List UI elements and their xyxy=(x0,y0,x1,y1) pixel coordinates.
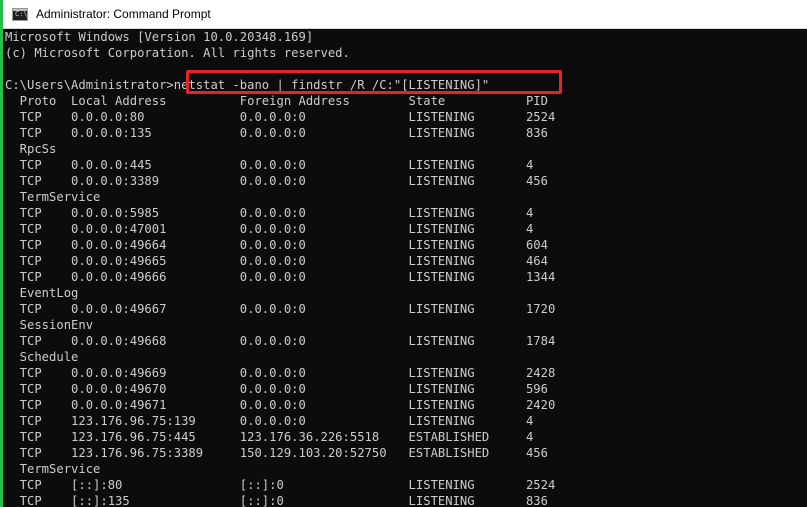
console-line: TermService xyxy=(5,190,101,204)
console-line: C:\Users\Administrator>netstat -bano | f… xyxy=(5,78,490,92)
console-line: TCP 123.176.96.75:445 123.176.36.226:551… xyxy=(5,430,534,444)
console-line: Proto Local Address Foreign Address Stat… xyxy=(5,94,548,108)
console-line: TCP 0.0.0.0:49670 0.0.0.0:0 LISTENING 59… xyxy=(5,382,548,396)
console-line: TermService xyxy=(5,462,101,476)
console-line: TCP [::]:80 [::]:0 LISTENING 2524 xyxy=(5,478,556,492)
cmd-icon-glyph: C:\ xyxy=(15,9,28,18)
console-text: Microsoft Windows [Version 10.0.20348.16… xyxy=(3,29,807,507)
console-line: TCP 123.176.96.75:3389 150.129.103.20:52… xyxy=(5,446,548,460)
console-line: TCP 0.0.0.0:445 0.0.0.0:0 LISTENING 4 xyxy=(5,158,534,172)
console-line: TCP 0.0.0.0:80 0.0.0.0:0 LISTENING 2524 xyxy=(5,110,556,124)
console-line: Microsoft Windows [Version 10.0.20348.16… xyxy=(5,30,314,44)
console-line: (c) Microsoft Corporation. All rights re… xyxy=(5,46,350,60)
console-line: TCP 0.0.0.0:3389 0.0.0.0:0 LISTENING 456 xyxy=(5,174,548,188)
console-line: TCP [::]:135 [::]:0 LISTENING 836 xyxy=(5,494,548,507)
console-line: TCP 0.0.0.0:49665 0.0.0.0:0 LISTENING 46… xyxy=(5,254,548,268)
console-line: TCP 0.0.0.0:49664 0.0.0.0:0 LISTENING 60… xyxy=(5,238,548,252)
console-line: TCP 0.0.0.0:5985 0.0.0.0:0 LISTENING 4 xyxy=(5,206,534,220)
console-output[interactable]: Microsoft Windows [Version 10.0.20348.16… xyxy=(3,29,807,507)
console-line: TCP 0.0.0.0:135 0.0.0.0:0 LISTENING 836 xyxy=(5,126,548,140)
console-line: TCP 0.0.0.0:49667 0.0.0.0:0 LISTENING 17… xyxy=(5,302,556,316)
console-line: TCP 123.176.96.75:139 0.0.0.0:0 LISTENIN… xyxy=(5,414,534,428)
console-line: TCP 0.0.0.0:49671 0.0.0.0:0 LISTENING 24… xyxy=(5,398,556,412)
console-line: RpcSs xyxy=(5,142,57,156)
console-line: TCP 0.0.0.0:49666 0.0.0.0:0 LISTENING 13… xyxy=(5,270,556,284)
console-line: TCP 0.0.0.0:49669 0.0.0.0:0 LISTENING 24… xyxy=(5,366,556,380)
console-line: SessionEnv xyxy=(5,318,94,332)
console-line: TCP 0.0.0.0:47001 0.0.0.0:0 LISTENING 4 xyxy=(5,222,534,236)
console-line: EventLog xyxy=(5,286,79,300)
console-line: Schedule xyxy=(5,350,79,364)
window-title: Administrator: Command Prompt xyxy=(36,7,211,21)
cmd-icon: C:\ xyxy=(12,7,28,21)
title-bar[interactable]: C:\ Administrator: Command Prompt xyxy=(3,0,807,29)
console-line: TCP 0.0.0.0:49668 0.0.0.0:0 LISTENING 17… xyxy=(5,334,556,348)
